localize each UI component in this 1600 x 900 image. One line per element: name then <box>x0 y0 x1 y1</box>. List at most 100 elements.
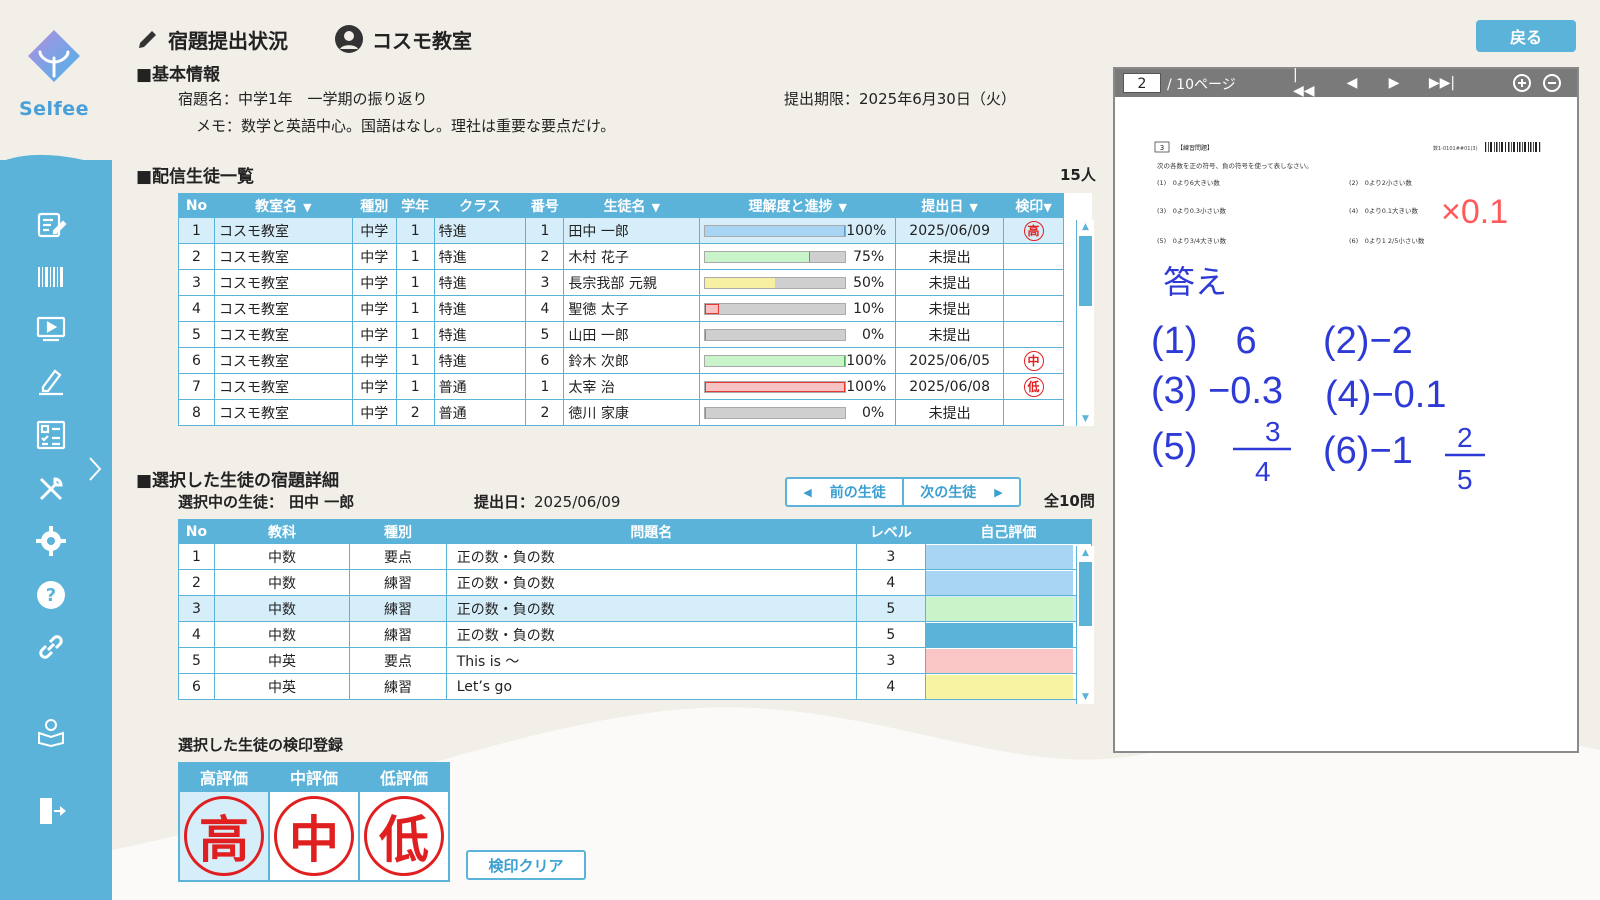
cell-name: 正の数・負の数 <box>445 543 857 570</box>
cell-subject: 中英 <box>213 647 351 674</box>
col-header[interactable]: 学年 <box>395 193 435 218</box>
questions-scrollbar[interactable]: ▲ ▼ <box>1076 546 1094 704</box>
col-header[interactable]: 検印▼ <box>1003 193 1064 218</box>
table-row[interactable]: 7 コスモ教室 中学 1 普通 1 太宰 治 100% 2025/06/08 低 <box>178 373 1092 400</box>
viewer-toolbar: 2 / 10ページ |◀◀ ◀ ▶ ▶▶| <box>1115 67 1577 99</box>
cell-room: コスモ教室 <box>213 269 353 296</box>
table-row[interactable]: 3 コスモ教室 中学 1 特進 3 長宗我部 元親 50% 未提出 <box>178 269 1092 296</box>
brand-logo[interactable]: Selfee <box>18 28 90 120</box>
basic-info-heading: ■基本情報 <box>136 65 221 85</box>
cell-grade: 2 <box>395 399 435 426</box>
student-navigator: ◀ 前の生徒 次の生徒 ▶ <box>785 477 1021 507</box>
table-row[interactable]: 1 中数 要点 正の数・負の数 3 <box>178 543 1093 570</box>
detail-heading: ■選択した生徒の宿題詳細 <box>136 471 340 491</box>
back-button[interactable]: 戻る <box>1476 20 1576 52</box>
cell-name: 長宗我部 元親 <box>563 269 701 296</box>
table-row[interactable]: 4 中数 練習 正の数・負の数 5 <box>178 621 1093 648</box>
cell-subject: 中数 <box>213 569 351 596</box>
col-header[interactable]: 教科 <box>213 519 351 544</box>
table-row[interactable]: 6 コスモ教室 中学 1 特進 6 鈴木 次郎 100% 2025/06/05 中 <box>178 347 1092 374</box>
progress-value: 100% <box>846 222 887 239</box>
document-viewer: 2 / 10ページ |◀◀ ◀ ▶ ▶▶| 3 【練習問題】 数1-0101##… <box>1113 67 1579 753</box>
cell-room: コスモ教室 <box>213 243 353 270</box>
barcode-icon[interactable] <box>32 258 70 296</box>
stamp-low-button[interactable]: 低 <box>364 796 444 876</box>
link-icon[interactable] <box>32 628 70 666</box>
homework-edit-icon[interactable] <box>32 206 70 244</box>
help-icon[interactable]: ? <box>32 576 70 614</box>
submitted-date: 2025/06/09 <box>534 493 621 511</box>
table-row[interactable]: 3 中数 練習 正の数・負の数 5 <box>178 595 1093 622</box>
worksheet-code: 数1-0101##01(3) <box>1433 145 1478 152</box>
progress-value: 0% <box>862 326 885 343</box>
col-header[interactable]: 提出日 ▼ <box>895 193 1005 218</box>
table-row[interactable]: 6 中英 練習 Let’s go 4 <box>178 673 1093 700</box>
stamp-high-button[interactable]: 高 <box>184 796 264 876</box>
table-row[interactable]: 2 中数 練習 正の数・負の数 4 <box>178 569 1093 596</box>
col-header[interactable]: 種別 <box>351 193 397 218</box>
last-page-icon[interactable]: ▶▶| <box>1429 72 1455 94</box>
col-header[interactable]: No <box>178 193 215 218</box>
col-header[interactable]: レベル <box>855 519 926 544</box>
col-header[interactable]: 生徒名 ▼ <box>563 193 701 218</box>
col-header[interactable]: 教室名 ▼ <box>213 193 353 218</box>
cell-num: 3 <box>525 269 565 296</box>
page-number-input[interactable]: 2 <box>1123 73 1161 93</box>
zoom-in-icon[interactable] <box>1509 72 1535 94</box>
progress-value: 100% <box>846 378 887 395</box>
col-header[interactable]: 理解度と進捗 ▼ <box>699 193 897 218</box>
cell-no: 6 <box>178 347 215 374</box>
table-row[interactable]: 5 中英 要点 This is ～ 3 <box>178 647 1093 674</box>
video-icon[interactable] <box>32 310 70 348</box>
col-header[interactable]: No <box>178 519 215 544</box>
progress-value: 100% <box>846 352 887 369</box>
progress-fill <box>705 251 811 262</box>
col-header[interactable]: 種別 <box>349 519 447 544</box>
stamp-mid-button[interactable]: 中 <box>274 796 354 876</box>
cell-no: 5 <box>178 321 215 348</box>
answer-6-numerator: 2 <box>1457 422 1473 453</box>
cell-type: 中学 <box>351 269 397 296</box>
worksheet-q3: (3) 0より0.3小さい数 <box>1157 206 1227 215</box>
students-scrollbar[interactable]: ▲ ▼ <box>1076 220 1094 426</box>
reading-student-icon[interactable] <box>32 712 70 750</box>
cell-grade: 1 <box>395 373 435 400</box>
progress-bar <box>704 224 847 237</box>
col-header[interactable]: 問題名 <box>445 519 857 544</box>
next-student-button[interactable]: 次の生徒 ▶ <box>904 479 1019 505</box>
marker-icon[interactable] <box>32 362 70 400</box>
prev-student-button[interactable]: ◀ 前の生徒 <box>787 479 904 505</box>
page-title: 宿題提出状況 <box>168 28 288 53</box>
progress-fill <box>705 381 846 392</box>
next-page-icon[interactable]: ▶ <box>1381 72 1407 94</box>
deadline-label: 提出期限： <box>784 90 860 108</box>
cell-room: コスモ教室 <box>213 347 353 374</box>
col-header[interactable]: 自己評価 <box>924 519 1093 544</box>
table-row[interactable]: 4 コスモ教室 中学 1 特進 4 聖徳 太子 10% 未提出 <box>178 295 1092 322</box>
deadline-value: 2025年6月30日（火） <box>859 90 1016 108</box>
progress-bar <box>704 406 847 419</box>
gear-icon[interactable] <box>32 522 70 560</box>
clear-stamp-button[interactable]: 検印クリア <box>466 850 586 880</box>
col-header[interactable]: クラス <box>433 193 527 218</box>
mid-eval-header: 中評価 <box>268 762 360 792</box>
cell-level: 5 <box>855 595 926 622</box>
table-row[interactable]: 1 コスモ教室 中学 1 特進 1 田中 一郎 100% 2025/06/09 高 <box>178 217 1092 244</box>
table-row[interactable]: 2 コスモ教室 中学 1 特進 2 木村 花子 75% 未提出 <box>178 243 1092 270</box>
scroll-thumb[interactable] <box>1079 236 1092 306</box>
scroll-thumb[interactable] <box>1079 562 1092 626</box>
chevron-right-icon[interactable] <box>88 456 102 482</box>
col-header[interactable]: 番号 <box>525 193 565 218</box>
tools-icon[interactable] <box>32 470 70 508</box>
logout-icon[interactable] <box>32 792 70 830</box>
zoom-out-icon[interactable] <box>1539 72 1565 94</box>
table-row[interactable]: 8 コスモ教室 中学 2 普通 2 徳川 家康 0% 未提出 <box>178 399 1092 426</box>
cell-class: 特進 <box>433 243 527 270</box>
table-row[interactable]: 5 コスモ教室 中学 1 特進 5 山田 一郎 0% 未提出 <box>178 321 1092 348</box>
classroom-name: コスモ教室 <box>372 28 472 53</box>
stamp-register-heading: 選択した生徒の検印登録 <box>178 736 344 754</box>
progress-value: 0% <box>862 404 885 421</box>
checklist-icon[interactable] <box>32 416 70 454</box>
prev-page-icon[interactable]: ◀ <box>1339 72 1365 94</box>
first-page-icon[interactable]: |◀◀ <box>1293 67 1319 99</box>
